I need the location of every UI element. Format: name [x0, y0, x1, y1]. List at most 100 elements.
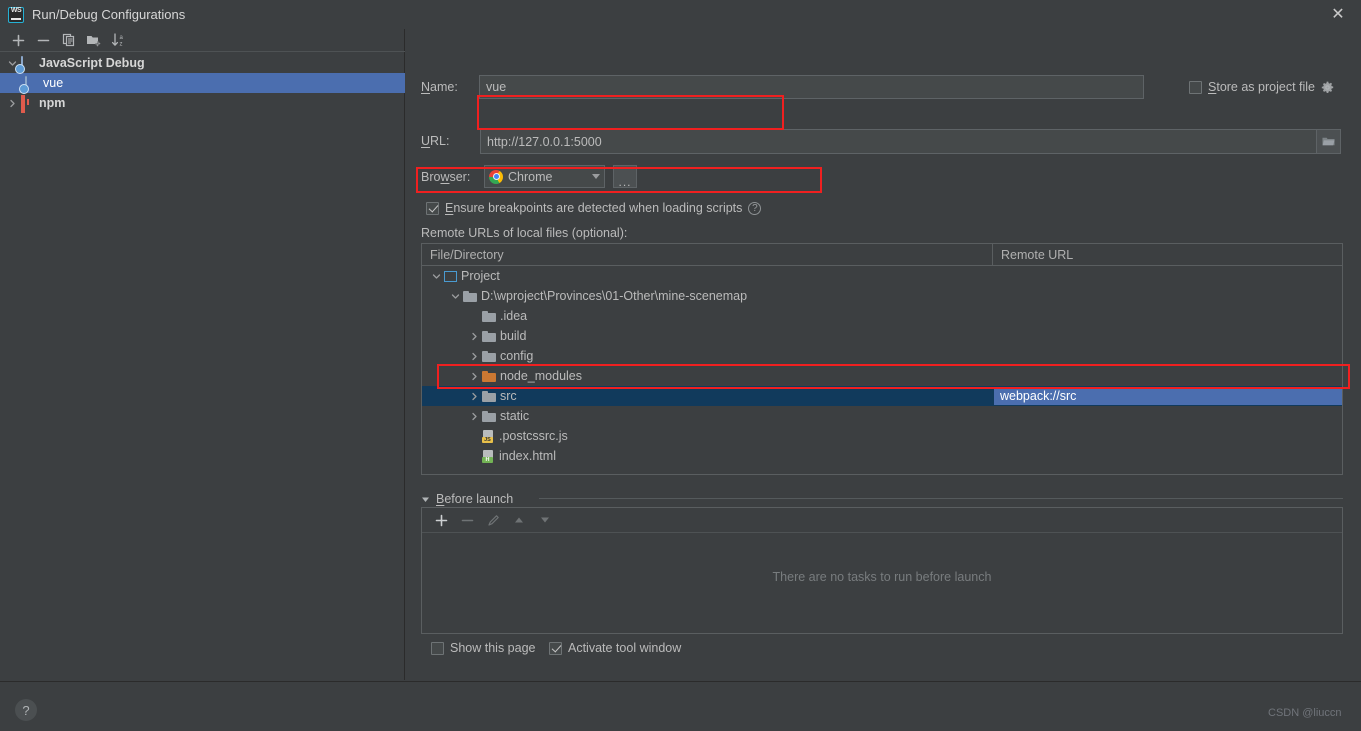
folder-icon	[482, 350, 496, 362]
table-row[interactable]: static	[422, 406, 1342, 426]
table-row[interactable]: src webpack://src	[422, 386, 1342, 406]
table-row-label: build	[500, 329, 527, 343]
store-as-project-file-checkbox[interactable]	[1189, 80, 1202, 94]
title-bar: Run/Debug Configurations ✕	[0, 0, 1361, 29]
table-row[interactable]: node_modules	[422, 366, 1342, 386]
js-file-icon	[482, 429, 495, 443]
name-label: Name:	[421, 80, 458, 94]
before-launch-divider	[539, 498, 1343, 499]
copy-configuration-button[interactable]	[56, 30, 81, 51]
tree-item-label: vue	[43, 76, 64, 90]
table-header: File/Directory Remote URL	[422, 244, 1342, 266]
before-launch-title: Before launch	[436, 492, 514, 506]
sort-configurations-button[interactable]: a z	[106, 30, 131, 51]
chevron-down-icon[interactable]	[447, 288, 463, 304]
column-header-file-directory[interactable]: File/Directory	[422, 244, 993, 265]
before-launch-empty-text: There are no tasks to run before launch	[772, 570, 992, 584]
tree-item-label: npm	[39, 96, 66, 110]
table-row-label: .postcssrc.js	[499, 429, 568, 443]
table-row-label: Project	[461, 269, 500, 283]
folder-icon	[463, 290, 477, 302]
configurations-tree: JavaScript Debug vue npm	[0, 53, 405, 113]
table-row[interactable]: config	[422, 346, 1342, 366]
npm-icon	[20, 95, 36, 113]
store-as-project-file-label: Store as project file	[1208, 80, 1316, 94]
move-task-up-button	[506, 509, 532, 531]
before-launch-toolbar	[422, 508, 1342, 533]
chevron-right-icon[interactable]	[466, 328, 482, 344]
new-folder-button[interactable]	[81, 30, 106, 51]
folder-icon	[482, 410, 496, 422]
chevron-down-icon	[592, 174, 600, 179]
table-row[interactable]: .idea	[422, 306, 1342, 326]
store-as-project-file-row[interactable]: Store as project file	[1189, 80, 1334, 94]
remove-configuration-button[interactable]	[31, 30, 56, 51]
run-debug-configurations-dialog: Run/Debug Configurations ✕	[0, 0, 1361, 731]
ensure-breakpoints-label: Ensure breakpoints are detected when loa…	[445, 201, 743, 215]
remote-urls-label: Remote URLs of local files (optional):	[421, 226, 628, 240]
chevron-right-icon[interactable]	[466, 388, 482, 404]
name-input[interactable]: vue	[479, 75, 1144, 99]
url-browse-button[interactable]	[1316, 129, 1341, 154]
chevron-down-icon[interactable]	[428, 268, 444, 284]
table-row-label: index.html	[499, 449, 556, 463]
js-debug-icon	[24, 75, 40, 92]
table-row[interactable]: D:\wproject\Provinces\01-Other\mine-scen…	[422, 286, 1342, 306]
browser-select-value: Chrome	[508, 169, 553, 184]
folder-orange-icon	[482, 370, 496, 382]
table-row[interactable]: index.html	[422, 446, 1342, 466]
url-input-value: http://127.0.0.1:5000	[487, 134, 602, 149]
svg-text:a: a	[119, 35, 123, 41]
remote-urls-table: File/Directory Remote URL Project D:\wpro…	[421, 243, 1343, 475]
chevron-right-icon[interactable]	[466, 368, 482, 384]
project-icon	[444, 270, 457, 282]
activate-tool-window-label: Activate tool window	[568, 641, 682, 655]
tree-item-javascript-debug[interactable]: JavaScript Debug	[0, 53, 405, 73]
name-label-rest: ame:	[430, 80, 458, 94]
tree-item-npm[interactable]: npm	[0, 93, 405, 113]
move-task-down-button	[532, 509, 558, 531]
close-icon[interactable]: ✕	[1315, 0, 1361, 29]
table-row[interactable]: Project	[422, 266, 1342, 286]
webstorm-icon	[8, 6, 24, 23]
add-task-button[interactable]	[428, 509, 454, 531]
activate-tool-window-checkbox[interactable]	[549, 641, 562, 655]
triangle-down-icon[interactable]	[421, 495, 430, 504]
chrome-icon	[489, 169, 503, 184]
activate-tool-window-row[interactable]: Activate tool window	[549, 641, 681, 655]
table-row[interactable]: build	[422, 326, 1342, 346]
sidebar-toolbar: a z	[0, 29, 405, 52]
help-icon[interactable]: ?	[748, 201, 762, 215]
chevron-right-icon[interactable]	[466, 408, 482, 424]
js-debug-icon	[20, 55, 36, 72]
column-header-remote-url[interactable]: Remote URL	[993, 244, 1073, 265]
chevron-right-icon[interactable]	[4, 95, 20, 111]
table-row-label: D:\wproject\Provinces\01-Other\mine-scen…	[481, 289, 748, 303]
url-input[interactable]: http://127.0.0.1:5000	[480, 129, 1340, 154]
before-launch-header[interactable]: Before launch	[421, 492, 513, 506]
show-this-page-label: Show this page	[450, 641, 536, 655]
table-row[interactable]: .postcssrc.js	[422, 426, 1342, 446]
gear-icon[interactable]	[1321, 81, 1334, 94]
folder-icon	[482, 330, 496, 342]
show-this-page-row[interactable]: Show this page	[431, 641, 535, 655]
browser-label: Browser:	[421, 170, 471, 184]
remote-url-editor[interactable]: webpack://src	[994, 387, 1342, 405]
chevron-right-icon[interactable]	[466, 348, 482, 364]
browser-more-button[interactable]: ...	[613, 165, 637, 188]
dialog-footer: ? OK Cancel Apply	[0, 681, 1361, 731]
ensure-breakpoints-checkbox[interactable]	[426, 201, 439, 215]
configurations-sidebar: a z JavaScript Debug vue npm	[0, 29, 405, 701]
name-input-value: vue	[486, 80, 507, 94]
svg-text:z: z	[119, 42, 122, 48]
table-body: Project D:\wproject\Provinces\01-Other\mi…	[422, 266, 1342, 466]
help-button[interactable]: ?	[15, 699, 37, 721]
add-configuration-button[interactable]	[6, 30, 31, 51]
ensure-breakpoints-row[interactable]: Ensure breakpoints are detected when loa…	[426, 201, 762, 215]
tree-item-vue[interactable]: vue	[0, 73, 405, 93]
browser-select[interactable]: Chrome	[484, 165, 605, 188]
table-row-label: static	[500, 409, 530, 423]
show-this-page-checkbox[interactable]	[431, 641, 444, 655]
remove-task-button	[454, 509, 480, 531]
